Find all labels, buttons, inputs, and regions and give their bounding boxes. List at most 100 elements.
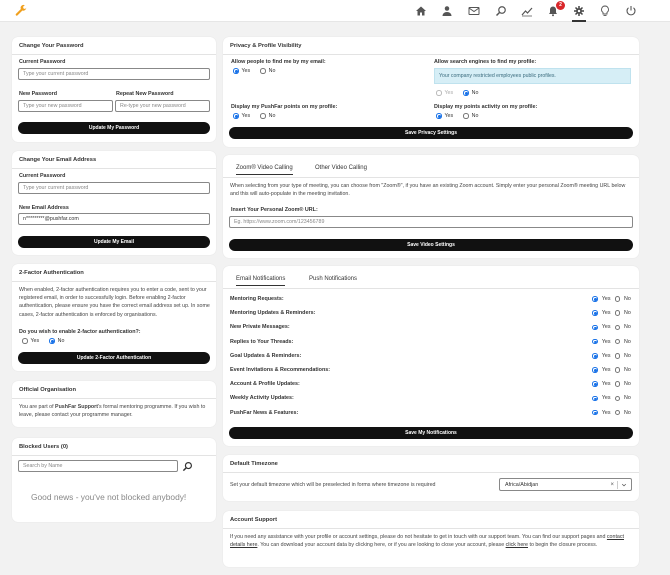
notification-label: Goal Updates & Reminders: — [230, 352, 302, 359]
update-password-button[interactable]: Update My Password — [18, 122, 210, 134]
timezone-description: Set your default timezone which will be … — [230, 482, 436, 488]
display-points-yes-radio[interactable] — [233, 113, 239, 119]
home-icon[interactable] — [414, 4, 428, 18]
notification-yes-radio[interactable] — [592, 353, 598, 359]
notification-no-radio[interactable] — [614, 353, 620, 359]
blocked-users-search-input[interactable] — [18, 460, 178, 472]
save-privacy-button[interactable]: Save Privacy Settings — [229, 127, 633, 139]
notification-no-radio[interactable] — [614, 296, 620, 302]
display-activity-yes-radio[interactable] — [436, 113, 442, 119]
lightbulb-icon[interactable] — [598, 4, 612, 18]
active-tab-underline — [572, 20, 586, 22]
two-factor-no-radio[interactable] — [49, 338, 55, 344]
user-icon[interactable] — [440, 4, 454, 18]
notification-yes-radio[interactable] — [592, 409, 598, 416]
yes-label: Yes — [601, 296, 611, 302]
notification-no-radio[interactable] — [614, 395, 620, 402]
power-icon[interactable] — [624, 4, 638, 18]
close-account-link[interactable]: click here — [506, 542, 528, 548]
notification-no-radio[interactable] — [614, 310, 620, 316]
notification-no-radio[interactable] — [614, 367, 620, 373]
zoom-url-input[interactable] — [229, 216, 633, 228]
divider — [223, 54, 639, 55]
display-activity-options: Yes No — [436, 113, 478, 119]
notification-row: Event Invitations & Recommendations: Yes N… — [230, 365, 632, 375]
notification-yes-radio[interactable] — [592, 367, 598, 373]
notification-yes-radio[interactable] — [592, 296, 598, 302]
timezone-select[interactable]: Africa/Abidjan × — [499, 478, 632, 491]
yes-label: Yes — [601, 338, 611, 345]
no-label: No — [624, 409, 631, 416]
notification-yes-radio[interactable] — [592, 324, 598, 331]
two-factor-description: When enabled, 2-factor authentication re… — [19, 287, 210, 318]
mail-icon[interactable] — [467, 4, 481, 18]
notification-options: Yes No — [592, 296, 632, 302]
notification-label: Mentoring Requests: — [230, 296, 284, 302]
new-email-input[interactable] — [18, 213, 210, 225]
update-two-factor-button[interactable]: Update 2-Factor Authentication — [18, 352, 210, 364]
no-label: No — [471, 113, 479, 119]
notification-yes-radio[interactable] — [592, 381, 598, 387]
notification-yes-radio[interactable] — [592, 395, 598, 402]
yes-label: Yes — [601, 381, 611, 388]
find-by-email-yes-radio[interactable] — [233, 68, 239, 74]
yes-label: Yes — [241, 68, 251, 74]
notification-label: Weekly Activity Updates: — [230, 395, 294, 402]
notification-options: Yes No — [592, 381, 632, 387]
notification-label: Event Invitations & Recommendations: — [230, 367, 331, 373]
notification-no-radio[interactable] — [614, 381, 620, 387]
yes-label: Yes — [601, 367, 611, 373]
tab-email-notifications[interactable]: Email Notifications — [236, 276, 286, 286]
notification-options: Yes No — [592, 410, 632, 416]
chart-icon[interactable] — [520, 4, 534, 18]
save-video-button[interactable]: Save Video Settings — [229, 239, 633, 251]
notification-no-radio[interactable] — [614, 338, 620, 345]
notification-no-radio[interactable] — [614, 409, 620, 416]
privacy-title: Privacy & Profile Visibility — [230, 43, 302, 49]
notification-options: Yes No — [592, 310, 632, 316]
no-label: No — [624, 310, 631, 317]
notification-row: Weekly Activity Updates: Yes No — [230, 393, 632, 403]
tab-other-video-calling[interactable]: Other Video Calling — [315, 165, 367, 171]
search-engines-options: Yes No — [436, 90, 478, 96]
notification-options: Yes No — [592, 395, 632, 401]
no-label: No — [624, 381, 631, 388]
zoom-url-label: Insert Your Personal Zoom® URL: — [231, 207, 318, 213]
notification-options: Yes No — [592, 367, 632, 373]
repeat-password-label: Repeat New Password — [116, 91, 174, 97]
support-text-part: If you need any assistance with your pro… — [230, 534, 607, 540]
notification-label: Mentoring Updates & Reminders: — [230, 310, 316, 317]
wrench-logo-icon[interactable] — [14, 4, 28, 18]
new-password-input[interactable] — [18, 100, 113, 112]
notification-label: PushFar News & Features: — [230, 409, 299, 416]
repeat-password-input[interactable] — [115, 100, 210, 112]
search-engines-label: Allow search engines to find my profile: — [434, 59, 537, 65]
settings-icon[interactable] — [572, 4, 586, 18]
search-icon[interactable] — [182, 461, 193, 472]
clear-icon[interactable]: × — [610, 482, 614, 488]
notification-no-radio[interactable] — [614, 324, 620, 331]
find-by-email-no-radio[interactable] — [260, 68, 266, 74]
save-notifications-button[interactable]: Save My Notifications — [229, 427, 633, 439]
timezone-title: Default Timezone — [230, 461, 278, 467]
display-points-no-radio[interactable] — [260, 113, 266, 119]
current-password-input[interactable] — [18, 68, 210, 80]
email-current-password-input[interactable] — [18, 182, 210, 194]
yes-label: Yes — [601, 395, 611, 402]
notification-yes-radio[interactable] — [592, 338, 598, 345]
chevron-down-icon[interactable] — [621, 482, 627, 488]
search-icon[interactable] — [494, 4, 508, 18]
notification-yes-radio[interactable] — [592, 310, 598, 316]
display-activity-no-radio[interactable] — [463, 113, 469, 119]
notification-label: Replies to Your Threads: — [230, 338, 294, 345]
find-by-email-options: Yes No — [233, 68, 275, 74]
two-factor-yes-radio[interactable] — [22, 338, 28, 344]
tab-push-notifications[interactable]: Push Notifications — [309, 276, 357, 282]
email-current-password-label: Current Password — [19, 173, 66, 179]
notification-row: New Private Messages: Yes No — [230, 322, 632, 332]
yes-label: Yes — [601, 352, 611, 359]
update-email-button[interactable]: Update My Email — [18, 236, 210, 248]
account-support-text: If you need any assistance with your pro… — [230, 533, 634, 549]
divider — [12, 398, 216, 399]
tab-zoom-video-calling[interactable]: Zoom® Video Calling — [236, 165, 293, 175]
